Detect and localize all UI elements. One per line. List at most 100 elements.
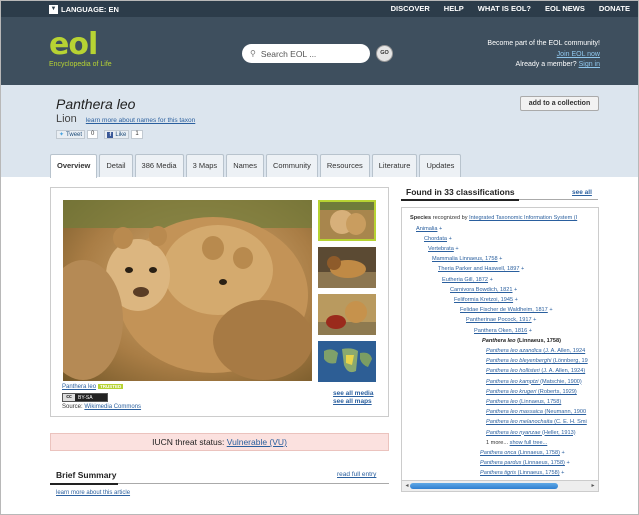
tree-taxon-link[interactable]: Panthera leo azandica xyxy=(486,348,542,354)
media-thumbnail-resting-lion[interactable] xyxy=(318,247,376,288)
tree-row: Panthera pardus (Linnaeus, 1758) + xyxy=(480,458,570,468)
tree-taxon-link[interactable]: Vertebrata xyxy=(428,246,454,252)
tree-taxon-link[interactable]: Panthera leo massaica xyxy=(486,409,543,415)
sign-in-link[interactable]: Sign in xyxy=(579,61,600,68)
media-thumbnail-range-map[interactable] xyxy=(318,341,376,382)
expand-icon[interactable]: + xyxy=(447,236,452,242)
tree-taxon-link[interactable]: Theria Parker and Haswell, 1897 xyxy=(438,266,519,272)
species-source-link[interactable]: Integrated Taxonomic Information System … xyxy=(469,215,577,221)
trusted-badge: TRUSTED xyxy=(98,384,124,389)
tree-taxon-link[interactable]: Panthera leo melanochaita xyxy=(486,419,553,425)
expand-icon[interactable]: + xyxy=(560,470,564,476)
like-button[interactable]: f Like 1 xyxy=(104,130,143,139)
tree-row: Animalia + xyxy=(416,224,442,234)
expand-icon[interactable]: + xyxy=(498,256,502,262)
tree-author[interactable]: (Neumann, 1900 xyxy=(543,409,586,415)
tree-author[interactable]: (Linnaeus, 1758) xyxy=(516,470,560,476)
language-label: LANGUAGE: EN xyxy=(61,5,119,14)
main-lion-image[interactable] xyxy=(63,200,312,381)
names-link[interactable]: learn more about names for this taxon xyxy=(86,117,195,124)
tree-author[interactable]: (Linnaeus, 1758) xyxy=(518,399,561,405)
tree-author[interactable]: (Lönnberg, 19 xyxy=(551,358,588,364)
expand-icon[interactable]: + xyxy=(454,246,458,252)
tree-taxon-link[interactable]: Panthera tigris xyxy=(480,470,516,476)
expand-icon[interactable]: + xyxy=(527,328,532,334)
tab-resources[interactable]: Resources xyxy=(319,154,370,177)
tab-media[interactable]: 386 Media xyxy=(134,154,184,177)
learn-more-article-link[interactable]: learn more about this article xyxy=(56,490,130,496)
show-full-tree-link[interactable]: show full tree... xyxy=(510,440,548,446)
tree-taxon-link[interactable]: Panthera leo nyanzae xyxy=(486,430,540,436)
nav-eol-news[interactable]: EOL NEWS xyxy=(545,4,585,13)
tree-author[interactable]: (Roberts, 1929) xyxy=(536,389,577,395)
expand-icon[interactable]: + xyxy=(513,287,517,293)
image-name-link[interactable]: Panthera leo xyxy=(62,384,96,390)
tree-taxon-link[interactable]: Feliformia Kretzoi, 1945 xyxy=(454,297,513,303)
tree-taxon-link[interactable]: Carnivora Bowdich, 1821 xyxy=(450,287,513,293)
tree-taxon-link[interactable]: Panthera pardus xyxy=(480,460,521,466)
tweet-button[interactable]: ✦ Tweet 0 xyxy=(56,130,99,139)
tab-literature[interactable]: Literature xyxy=(371,154,418,177)
license-badge[interactable]: cc BY-SA xyxy=(62,393,108,402)
image-credit: Panthera leo TRUSTED xyxy=(62,384,124,390)
see-all-media-link[interactable]: see all media xyxy=(333,390,373,398)
add-to-collection-button[interactable]: add to a collection xyxy=(520,96,599,111)
scroll-right-icon[interactable]: ▸ xyxy=(589,482,597,490)
horizontal-scrollbar[interactable]: ◂ ▸ xyxy=(402,480,598,491)
see-all-links: see all media see all maps xyxy=(333,390,373,406)
source-link[interactable]: Wikimedia Commons xyxy=(84,404,141,410)
see-all-classifications-link[interactable]: see all xyxy=(572,189,592,196)
cc-icon: cc xyxy=(63,394,75,401)
tree-author[interactable]: (J. A. Allen, 1924 xyxy=(542,348,585,354)
language-selector[interactable]: ▼ LANGUAGE: EN xyxy=(49,4,119,15)
tree-author[interactable]: (Linnaeus, 1758) xyxy=(516,450,560,456)
tree-author[interactable]: (Matschie, 1900) xyxy=(539,379,582,385)
tab-overview[interactable]: Overview xyxy=(50,154,98,178)
expand-icon[interactable]: + xyxy=(565,460,569,466)
tree-taxon-link[interactable]: Panthera Oken, 1816 xyxy=(474,328,527,334)
expand-icon[interactable]: + xyxy=(532,317,536,323)
media-thumbnail-lion-feeding[interactable] xyxy=(318,294,376,335)
tree-taxon-link[interactable]: Panthera leo hollisteri xyxy=(486,368,540,374)
join-eol-link[interactable]: Join EOL now xyxy=(557,51,600,58)
tree-taxon-link[interactable]: Animalia xyxy=(416,226,437,232)
expand-icon[interactable]: + xyxy=(560,450,564,456)
tab-names[interactable]: Names xyxy=(226,154,264,177)
tree-taxon-link[interactable]: Mammalia Linnaeus, 1758 xyxy=(432,256,498,262)
scrollbar-thumb[interactable] xyxy=(410,483,558,489)
read-full-entry-link[interactable]: read full entry xyxy=(337,471,376,478)
tree-taxon-link[interactable]: Panthera leo xyxy=(486,399,518,405)
tree-author[interactable]: (Heller, 1913) xyxy=(540,430,576,436)
expand-icon[interactable]: + xyxy=(519,266,524,272)
tree-taxon-link[interactable]: Pantherinae Pocock, 1917 xyxy=(466,317,532,323)
tree-taxon-link[interactable]: Panthera onca xyxy=(480,450,516,456)
tree-taxon-link[interactable]: Chordata xyxy=(424,236,447,242)
see-all-maps-link[interactable]: see all maps xyxy=(333,398,373,406)
search-input[interactable]: ⚲ Search EOL ... xyxy=(242,44,370,63)
tree-row: Panthera leo (Linnaeus, 1758) xyxy=(486,397,561,407)
nav-help[interactable]: HELP xyxy=(444,4,464,13)
tree-taxon-link[interactable]: Eutheria Gill, 1872 xyxy=(442,277,488,283)
tree-author[interactable]: (C. E. H. Smi xyxy=(553,419,587,425)
tree-author[interactable]: (J. A. Allen, 1924) xyxy=(540,368,585,374)
tree-author[interactable]: (Linnaeus, 1758) xyxy=(521,460,565,466)
iucn-status-link[interactable]: Vulnerable (VU) xyxy=(227,437,287,447)
eol-logo[interactable]: eol Encyclopedia of Life xyxy=(49,30,112,69)
tab-community[interactable]: Community xyxy=(265,154,318,177)
expand-icon[interactable]: + xyxy=(437,226,442,232)
tab-updates[interactable]: Updates xyxy=(419,154,462,177)
tab-maps[interactable]: 3 Maps xyxy=(185,154,225,177)
tree-taxon-link[interactable]: Panthera leo kamptzi xyxy=(486,379,539,385)
expand-icon[interactable]: + xyxy=(513,297,518,303)
tree-taxon-link[interactable]: Panthera leo krugeri xyxy=(486,389,536,395)
expand-icon[interactable]: + xyxy=(488,277,493,283)
nav-donate[interactable]: DONATE xyxy=(599,4,630,13)
tree-taxon-link[interactable]: Felidae Fischer de Waldheim, 1817 xyxy=(460,307,548,313)
nav-discover[interactable]: DISCOVER xyxy=(391,4,430,13)
nav-what-is-eol[interactable]: WHAT IS EOL? xyxy=(478,4,531,13)
expand-icon[interactable]: + xyxy=(548,307,552,313)
tree-taxon-link[interactable]: Panthera leo bleyenberghi xyxy=(486,358,551,364)
media-thumbnail-lions[interactable] xyxy=(318,200,376,241)
go-button[interactable]: GO xyxy=(376,45,393,62)
tab-detail[interactable]: Detail xyxy=(99,154,133,177)
